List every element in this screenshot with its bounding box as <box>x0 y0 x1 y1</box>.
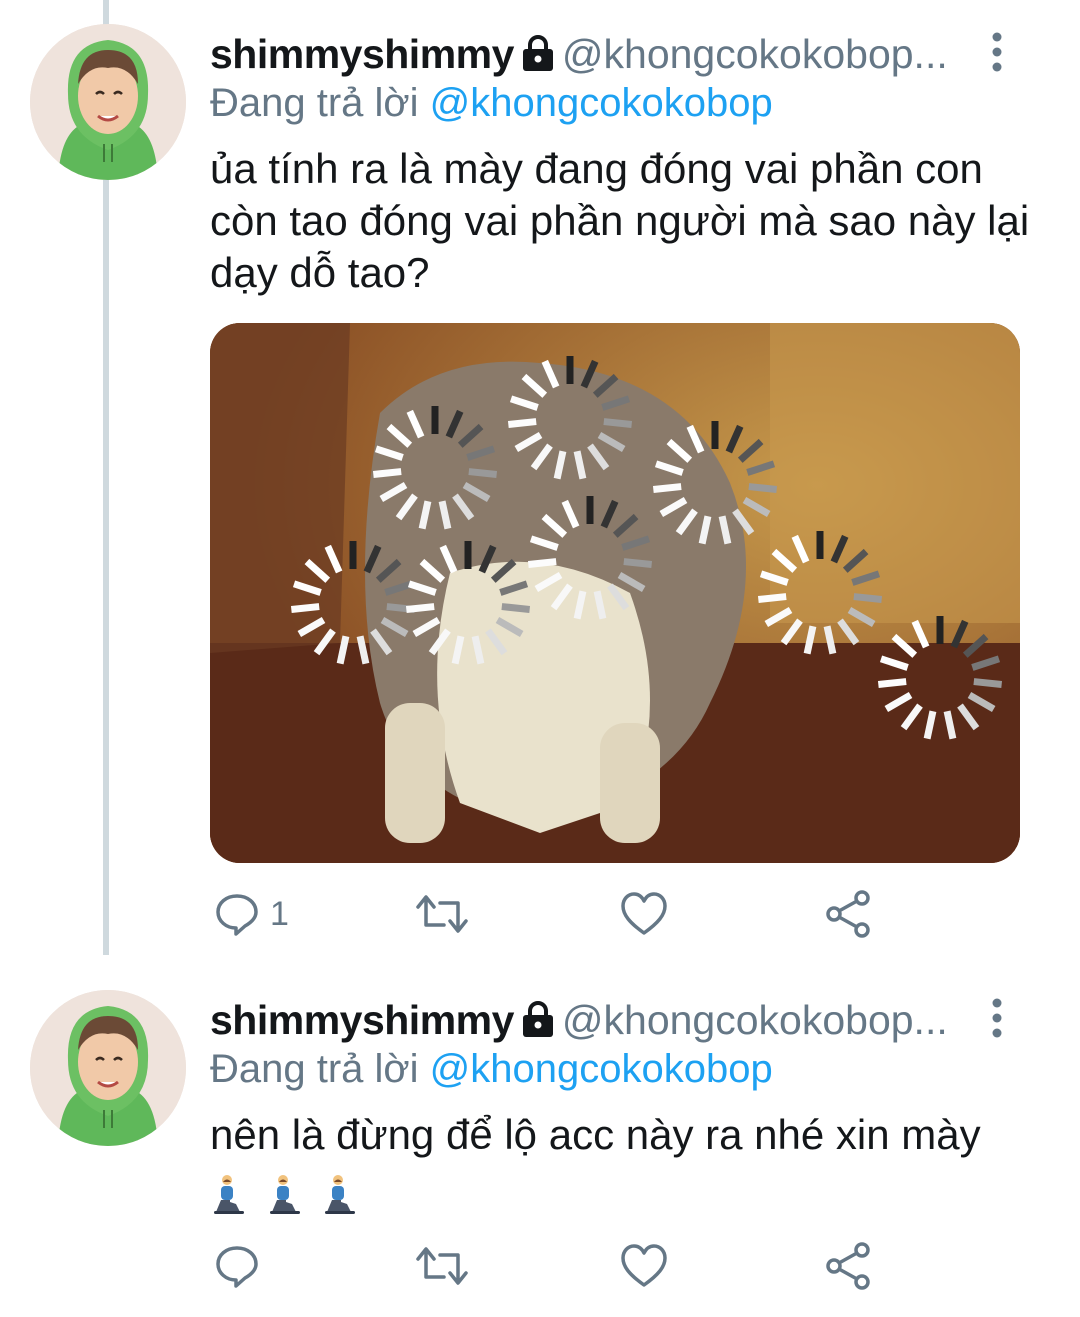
more-icon[interactable] <box>985 30 1009 74</box>
lock-icon <box>520 32 556 80</box>
reply-icon <box>216 1246 258 1288</box>
cat-meme-image <box>210 323 1020 863</box>
share-icon <box>826 1242 870 1290</box>
replying-to: Đang trả lời @khongcokokobop <box>210 78 773 128</box>
like-button[interactable] <box>620 1238 668 1294</box>
reply-prefix: Đang trả lời <box>210 81 419 125</box>
retweet-button[interactable] <box>414 1238 470 1294</box>
avatar-image <box>30 990 186 1146</box>
share-button[interactable] <box>824 1238 874 1294</box>
tweet-media-image[interactable] <box>210 323 1020 863</box>
like-icon <box>621 892 667 935</box>
avatar[interactable] <box>30 990 186 1146</box>
tweet[interactable]: shimmyshimmy @khongcokokobop... Đang trả … <box>0 0 1080 960</box>
reply-mention-link[interactable]: @khongcokokobop <box>430 1047 773 1091</box>
share-button[interactable] <box>824 886 874 942</box>
tweet-text-body: nên là đừng để lộ acc này ra nhé xin mày <box>210 1111 981 1158</box>
tweet-text: nên là đừng để lộ acc này ra nhé xin mày <box>210 1109 1030 1217</box>
replying-to: Đang trả lời @khongcokokobop <box>210 1044 773 1094</box>
kneeling-person-icon <box>269 1174 300 1214</box>
retweet-button[interactable] <box>414 886 470 942</box>
reply-count: 1 <box>270 894 289 933</box>
retweet-icon <box>416 895 468 933</box>
tweet[interactable]: shimmyshimmy @khongcokokobop... Đang trả … <box>0 966 1080 1317</box>
kneeling-person-icon <box>214 1174 244 1214</box>
display-name[interactable]: shimmyshimmy <box>210 31 514 77</box>
reply-mention-link[interactable]: @khongcokokobop <box>430 81 773 125</box>
retweet-icon <box>416 1247 468 1285</box>
tweet-header: shimmyshimmy @khongcokokobop... <box>210 994 970 1046</box>
reply-prefix: Đang trả lời <box>210 1047 419 1091</box>
share-icon <box>826 890 870 938</box>
lock-icon <box>520 998 556 1046</box>
display-name[interactable]: shimmyshimmy <box>210 997 514 1043</box>
more-icon[interactable] <box>985 996 1009 1040</box>
kneeling-person-emoji-row <box>210 1165 365 1217</box>
tweet-actions: 1 <box>210 886 910 942</box>
kneeling-person-icon <box>325 1174 356 1214</box>
reply-icon <box>216 894 258 936</box>
user-handle: @khongcokokobop... <box>561 997 948 1043</box>
like-icon <box>621 1244 667 1287</box>
tweet-actions <box>210 1238 910 1294</box>
user-handle: @khongcokokobop... <box>561 31 948 77</box>
like-button[interactable] <box>620 886 668 942</box>
reply-button[interactable]: 1 <box>214 886 289 942</box>
avatar[interactable] <box>30 24 186 180</box>
avatar-image <box>30 24 186 180</box>
reply-button[interactable] <box>214 1238 260 1294</box>
tweet-header: shimmyshimmy @khongcokokobop... <box>210 28 970 80</box>
tweet-text: ủa tính ra là mày đang đóng vai phần con… <box>210 145 1030 296</box>
